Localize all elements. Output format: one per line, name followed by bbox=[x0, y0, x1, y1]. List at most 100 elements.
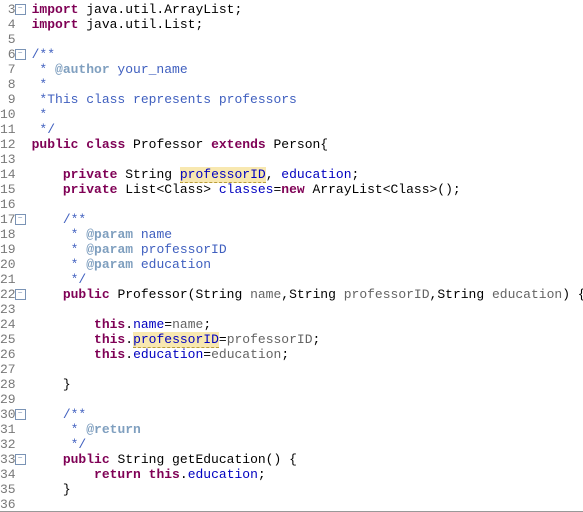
code-line[interactable]: * @return bbox=[32, 422, 583, 437]
code-line[interactable] bbox=[32, 497, 583, 512]
code-line[interactable]: public class Professor extends Person{ bbox=[32, 137, 583, 152]
code-line[interactable]: * bbox=[32, 107, 583, 122]
code-token: professorID bbox=[133, 242, 227, 257]
code-token bbox=[32, 257, 63, 272]
code-token: education bbox=[188, 467, 258, 482]
code-token: = bbox=[164, 317, 172, 332]
code-token: } bbox=[32, 482, 71, 497]
code-line[interactable]: private String professorID, education; bbox=[32, 167, 583, 182]
code-line[interactable]: this.name=name; bbox=[32, 317, 583, 332]
line-number: 4 bbox=[0, 17, 18, 32]
code-token bbox=[32, 347, 94, 362]
line-number: 27 bbox=[0, 362, 18, 377]
code-token: this bbox=[94, 332, 125, 347]
code-token: */ bbox=[63, 437, 86, 452]
code-line[interactable]: */ bbox=[32, 122, 583, 137]
line-number: 24 bbox=[0, 317, 18, 332]
code-token: your_name bbox=[110, 62, 188, 77]
code-line[interactable] bbox=[32, 32, 583, 47]
code-line[interactable]: import java.util.ArrayList; bbox=[32, 2, 583, 17]
code-line[interactable]: * @author your_name bbox=[32, 62, 583, 77]
code-token: ,String bbox=[281, 287, 343, 302]
code-token: public bbox=[63, 452, 110, 467]
code-token: @param bbox=[86, 257, 133, 272]
code-line[interactable]: * @param name bbox=[32, 227, 583, 242]
code-line[interactable]: return this.education; bbox=[32, 467, 583, 482]
code-line[interactable]: * @param education bbox=[32, 257, 583, 272]
code-token: Professor bbox=[125, 137, 211, 152]
code-token: . bbox=[125, 347, 133, 362]
fold-toggle-icon[interactable]: − bbox=[15, 454, 26, 465]
code-token: professorID bbox=[180, 167, 266, 183]
code-line[interactable]: public String getEducation() { bbox=[32, 452, 583, 467]
code-token: ; bbox=[352, 167, 360, 182]
code-line[interactable] bbox=[32, 392, 583, 407]
code-token: ; bbox=[313, 332, 321, 347]
code-area[interactable]: import java.util.ArrayList;import java.u… bbox=[18, 0, 583, 511]
code-token: education bbox=[133, 347, 203, 362]
line-number: 17− bbox=[0, 212, 18, 227]
line-number: 29 bbox=[0, 392, 18, 407]
code-line[interactable] bbox=[32, 302, 583, 317]
code-line[interactable]: /** bbox=[32, 212, 583, 227]
code-token: * bbox=[63, 257, 86, 272]
code-token: String getEducation() { bbox=[110, 452, 297, 467]
code-line[interactable] bbox=[32, 362, 583, 377]
fold-toggle-icon[interactable]: − bbox=[15, 409, 26, 420]
code-editor[interactable]: 3−456−7891011121314151617−1819202122−232… bbox=[0, 0, 583, 512]
fold-toggle-icon[interactable]: − bbox=[15, 49, 26, 60]
fold-toggle-icon[interactable]: − bbox=[15, 214, 26, 225]
line-number: 3− bbox=[0, 2, 18, 17]
code-line[interactable]: } bbox=[32, 377, 583, 392]
code-token bbox=[32, 272, 63, 287]
code-token bbox=[32, 182, 63, 197]
code-line[interactable]: } bbox=[32, 482, 583, 497]
code-token bbox=[32, 422, 63, 437]
code-line[interactable]: /** bbox=[32, 407, 583, 422]
code-line[interactable]: *This class represents professors bbox=[32, 92, 583, 107]
code-line[interactable]: private List<Class> classes=new ArrayLis… bbox=[32, 182, 583, 197]
code-token: education bbox=[211, 347, 281, 362]
line-number: 14 bbox=[0, 167, 18, 182]
code-token: name bbox=[133, 227, 172, 242]
line-number: 15 bbox=[0, 182, 18, 197]
code-token bbox=[32, 332, 94, 347]
code-token: java.util.ArrayList; bbox=[78, 2, 242, 17]
code-token: @param bbox=[86, 227, 133, 242]
line-number: 7 bbox=[0, 62, 18, 77]
code-token: /** bbox=[63, 407, 86, 422]
code-line[interactable] bbox=[32, 152, 583, 167]
fold-toggle-icon[interactable]: − bbox=[15, 4, 26, 15]
code-line[interactable]: * bbox=[32, 77, 583, 92]
code-line[interactable]: */ bbox=[32, 272, 583, 287]
line-number: 22− bbox=[0, 287, 18, 302]
line-number: 32 bbox=[0, 437, 18, 452]
code-line[interactable]: */ bbox=[32, 437, 583, 452]
code-token: private bbox=[63, 167, 118, 182]
code-line[interactable]: public Professor(String name,String prof… bbox=[32, 287, 583, 302]
line-number: 28 bbox=[0, 377, 18, 392]
code-line[interactable]: this.education=education; bbox=[32, 347, 583, 362]
code-token: return bbox=[94, 467, 141, 482]
code-line[interactable]: import java.util.List; bbox=[32, 17, 583, 32]
code-line[interactable]: * @param professorID bbox=[32, 242, 583, 257]
code-token: public bbox=[32, 137, 79, 152]
line-number: 13 bbox=[0, 152, 18, 167]
code-line[interactable]: /** bbox=[32, 47, 583, 62]
code-line[interactable] bbox=[32, 197, 583, 212]
code-token: */ bbox=[63, 272, 86, 287]
code-token: professorID bbox=[344, 287, 430, 302]
line-number: 18 bbox=[0, 227, 18, 242]
code-token: * bbox=[63, 227, 86, 242]
code-token: java.util.List; bbox=[78, 17, 203, 32]
line-gutter: 3−456−7891011121314151617−1819202122−232… bbox=[0, 0, 18, 511]
code-token: education bbox=[492, 287, 562, 302]
code-token: name bbox=[172, 317, 203, 332]
code-token: . bbox=[125, 317, 133, 332]
code-line[interactable]: this.professorID=professorID; bbox=[32, 332, 583, 347]
code-token: *This class represents professors bbox=[32, 92, 297, 107]
fold-toggle-icon[interactable]: − bbox=[15, 289, 26, 300]
line-number: 35 bbox=[0, 482, 18, 497]
code-token: ,String bbox=[430, 287, 492, 302]
line-number: 31 bbox=[0, 422, 18, 437]
